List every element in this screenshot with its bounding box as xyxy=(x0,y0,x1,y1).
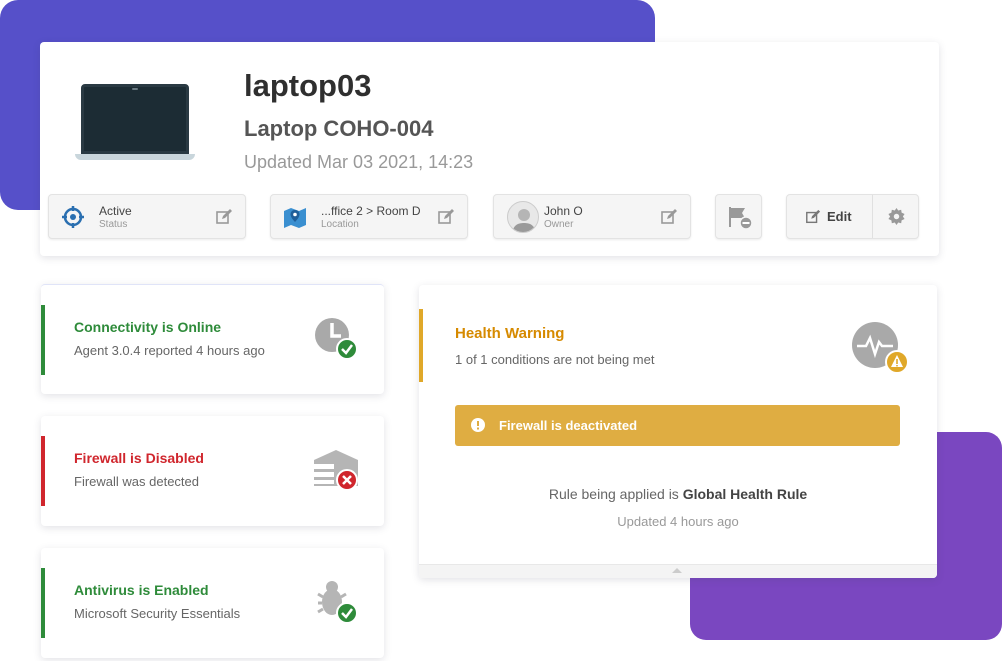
antivirus-title: Antivirus is Enabled xyxy=(74,582,209,598)
firewall-x-icon xyxy=(314,450,358,491)
edit-button-label: Edit xyxy=(827,209,852,224)
antivirus-card[interactable]: Antivirus is Enabled Microsoft Security … xyxy=(41,548,384,658)
settings-button[interactable] xyxy=(874,195,919,238)
chevron-up-icon xyxy=(672,568,682,573)
heartbeat-warning-icon xyxy=(852,322,909,374)
status-chip-value: Active xyxy=(99,204,132,218)
rule-updated: Updated 4 hours ago xyxy=(617,514,739,529)
flag-remove-icon xyxy=(729,207,753,230)
owner-chip-value: John O xyxy=(544,204,583,218)
bug-check-icon xyxy=(317,581,358,624)
collapse-toggle[interactable] xyxy=(419,564,937,578)
location-chip-value: ...ffice 2 > Room D xyxy=(321,204,421,218)
firewall-card[interactable]: Firewall is Disabled Firewall was detect… xyxy=(41,416,384,526)
firewall-detail: Firewall was detected xyxy=(74,474,199,489)
connectivity-title: Connectivity is Online xyxy=(74,319,222,335)
connectivity-card[interactable]: Connectivity is Online Agent 3.0.4 repor… xyxy=(41,284,384,394)
alert-message: Firewall is deactivated xyxy=(499,418,638,433)
location-chip[interactable]: ...ffice 2 > Room D Location xyxy=(270,194,468,239)
flag-button[interactable] xyxy=(715,194,762,239)
clock-check-icon xyxy=(315,318,358,360)
edit-status-icon[interactable] xyxy=(215,208,233,226)
gear-icon xyxy=(888,208,905,225)
rule-name: Global Health Rule xyxy=(682,486,808,502)
edit-owner-icon[interactable] xyxy=(660,208,678,226)
rule-prefix: Rule being applied is xyxy=(548,486,679,502)
firewall-title: Firewall is Disabled xyxy=(74,450,204,466)
status-bar xyxy=(41,436,45,506)
rule-info: Rule being applied is Global Health Rule xyxy=(419,486,937,502)
location-chip-label: Location xyxy=(321,219,359,230)
edit-button[interactable]: Edit xyxy=(787,195,873,238)
device-header-card: laptop03 Laptop COHO-004 Updated Mar 03 … xyxy=(40,42,939,256)
status-bar xyxy=(41,568,45,638)
map-pin-icon xyxy=(284,208,306,228)
edit-actions: Edit xyxy=(786,194,919,239)
owner-chip[interactable]: John O Owner xyxy=(493,194,691,239)
health-warning-card: Health Warning 1 of 1 conditions are not… xyxy=(419,285,937,578)
owner-chip-label: Owner xyxy=(544,219,574,230)
firewall-alert: Firewall is deactivated xyxy=(455,405,900,446)
status-bar xyxy=(41,305,45,375)
warning-bar xyxy=(419,309,423,382)
connectivity-detail: Agent 3.0.4 reported 4 hours ago xyxy=(74,343,265,358)
exclamation-icon xyxy=(471,418,485,432)
target-icon xyxy=(62,206,84,228)
device-updated-timestamp: Updated Mar 03 2021, 14:23 xyxy=(244,152,474,172)
health-title: Health Warning xyxy=(455,325,565,342)
device-model: Laptop COHO-004 xyxy=(244,116,434,141)
status-chip[interactable]: Active Status xyxy=(48,194,246,239)
laptop-icon xyxy=(75,84,195,162)
edit-icon xyxy=(806,209,821,224)
antivirus-detail: Microsoft Security Essentials xyxy=(74,606,241,621)
edit-location-icon[interactable] xyxy=(437,208,455,226)
status-chip-label: Status xyxy=(99,219,128,230)
health-conditions: 1 of 1 conditions are not being met xyxy=(455,352,655,367)
device-name: laptop03 xyxy=(244,68,372,103)
owner-avatar xyxy=(507,201,539,233)
